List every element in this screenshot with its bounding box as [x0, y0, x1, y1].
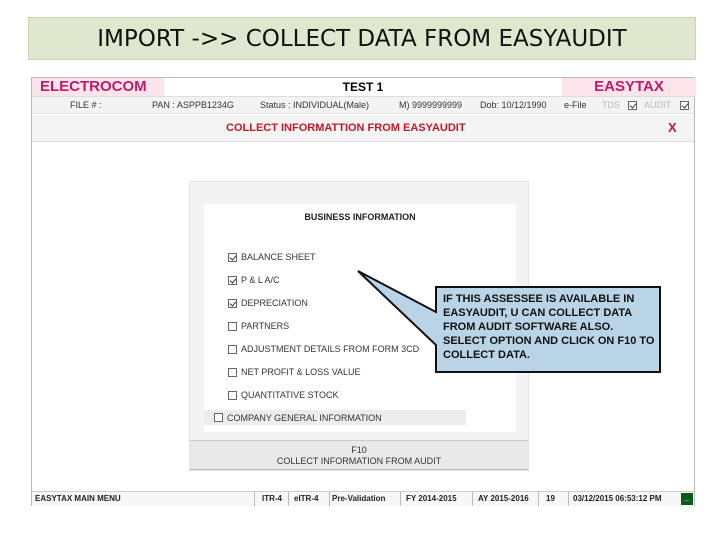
tds-label: TDS: [602, 100, 620, 110]
audit-checkbox[interactable]: [680, 100, 689, 111]
prevalidation-link[interactable]: Pre-Validation: [332, 494, 385, 503]
status-value: Status : INDIVIDUAL(Male): [260, 100, 370, 110]
business-heading: BUSINESS INFORMATION: [304, 212, 416, 222]
assessee-info-row: FILE # : PAN : ASPPB1234G Status : INDIV…: [32, 96, 694, 114]
panel-header: COLLECT INFORMATTION FROM EASYAUDIT X: [32, 115, 694, 142]
dob-value: Dob: 10/12/1990: [480, 100, 547, 110]
option-label: BALANCE SHEET: [241, 252, 316, 262]
option-net-profit-loss[interactable]: NET PROFIT & LOSS VALUE: [228, 367, 361, 377]
option-adjustment-details[interactable]: ADJUSTMENT DETAILS FROM FORM 3CD: [228, 344, 419, 354]
f10-action-label: COLLECT INFORMATION FROM AUDIT: [276, 456, 442, 466]
mobile-value: M) 9999999999: [399, 100, 463, 110]
efile-label: e-File: [564, 100, 587, 110]
checkbox-icon[interactable]: [228, 275, 237, 285]
audit-label: AUDIT: [644, 100, 671, 110]
option-quantitative-stock[interactable]: QUANTITATIVE STOCK: [228, 390, 339, 400]
brand-right: EASYTAX: [562, 78, 696, 96]
collect-from-audit-button[interactable]: F10 COLLECT INFORMATION FROM AUDIT: [190, 440, 528, 470]
checkbox-icon[interactable]: [228, 390, 237, 400]
status-bar: EASYTAX MAIN MENU ITR-4 eITR-4 Pre-Valid…: [32, 491, 694, 506]
option-label: QUANTITATIVE STOCK: [241, 390, 339, 400]
tds-checkbox[interactable]: [628, 100, 637, 111]
option-partners[interactable]: PARTNERS: [228, 321, 289, 331]
option-label: DEPRECIATION: [241, 298, 308, 308]
record-count: 19: [546, 494, 555, 503]
option-label: PARTNERS: [241, 321, 290, 331]
option-company-general-information[interactable]: COMPANY GENERAL INFORMATION: [204, 410, 466, 425]
checkbox-icon[interactable]: [228, 344, 237, 354]
slide-title: IMPORT ->> COLLECT DATA FROM EASYAUDIT: [28, 17, 696, 60]
brand-left: ELECTROCOM: [32, 78, 164, 96]
option-label: NET PROFIT & LOSS VALUE: [241, 367, 361, 377]
option-label: ADJUSTMENT DETAILS FROM FORM 3CD: [241, 344, 420, 354]
main-menu-link[interactable]: EASYTAX MAIN MENU: [35, 494, 121, 503]
itr-form[interactable]: ITR-4: [262, 494, 282, 503]
option-balance-sheet[interactable]: BALANCE SHEET: [228, 252, 316, 262]
checkbox-icon[interactable]: [214, 413, 223, 422]
eitr-form[interactable]: eITR-4: [294, 494, 318, 503]
assessment-year: AY 2015-2016: [478, 494, 529, 503]
option-label: P & L A/C: [241, 275, 280, 285]
date-time: 03/12/2015 06:53:12 PM: [573, 494, 662, 503]
financial-year: FY 2014-2015: [406, 494, 457, 503]
callout-text: IF THIS ASSESSEE IS AVAILABLE IN EASYAUD…: [443, 293, 655, 361]
close-button[interactable]: X: [668, 120, 677, 135]
option-p-and-l[interactable]: P & L A/C: [228, 275, 280, 285]
pan-value: PAN : ASPPB1234G: [152, 100, 234, 110]
option-depreciation[interactable]: DEPRECIATION: [228, 298, 308, 308]
file-label: FILE # :: [70, 100, 102, 110]
option-label: COMPANY GENERAL INFORMATION: [227, 412, 382, 423]
checkbox-icon[interactable]: [228, 367, 237, 377]
client-name: TEST 1: [342, 80, 384, 94]
minimize-button[interactable]: _: [681, 493, 693, 505]
brand-row: ELECTROCOM TEST 1 EASYTAX: [32, 78, 696, 96]
checkbox-icon[interactable]: [228, 252, 237, 262]
checkbox-icon[interactable]: [228, 321, 237, 331]
checkbox-icon[interactable]: [228, 298, 237, 308]
panel-title: COLLECT INFORMATTION FROM EASYAUDIT: [226, 122, 466, 134]
f10-key-label: F10: [351, 445, 367, 455]
